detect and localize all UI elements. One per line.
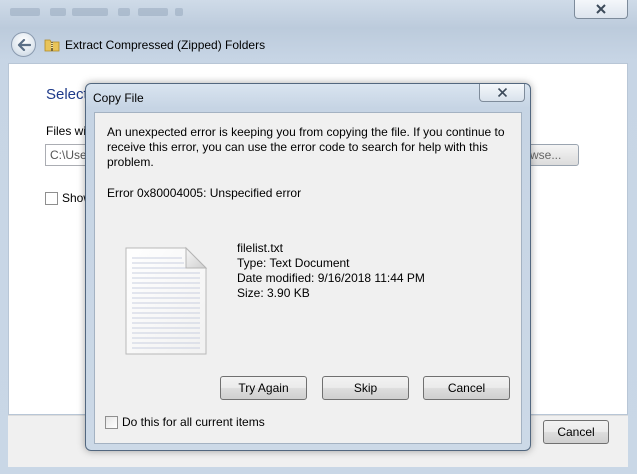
- error-message: An unexpected error is keeping you from …: [107, 125, 505, 169]
- wizard-title: Extract Compressed (Zipped) Folders: [65, 38, 266, 52]
- back-arrow-icon: [17, 38, 31, 51]
- apply-to-all-row[interactable]: Do this for all current items: [105, 415, 265, 429]
- apply-to-all-label: Do this for all current items: [122, 415, 265, 429]
- window-bottom-edge: [0, 467, 637, 474]
- dialog-title: Copy File: [93, 91, 144, 105]
- skip-button[interactable]: Skip: [322, 376, 409, 400]
- wizard-cancel-button[interactable]: Cancel: [543, 420, 609, 444]
- zip-folder-icon: [44, 39, 60, 52]
- close-icon: [596, 4, 606, 14]
- copy-file-dialog: Copy File An unexpected error is keeping…: [85, 83, 531, 451]
- show-files-checkbox[interactable]: [45, 191, 58, 205]
- file-size: Size: 3.90 KB: [237, 286, 310, 300]
- dialog-body: An unexpected error is keeping you from …: [94, 112, 522, 444]
- dialog-close-button[interactable]: [479, 84, 525, 102]
- back-button[interactable]: [11, 32, 36, 57]
- wizard-header: Extract Compressed (Zipped) Folders: [44, 36, 265, 54]
- file-name: filelist.txt: [237, 241, 284, 255]
- file-date-modified: Date modified: 9/16/2018 11:44 PM: [237, 271, 425, 285]
- files-label: Files wi: [46, 124, 87, 138]
- try-again-button[interactable]: Try Again: [220, 376, 307, 400]
- close-icon: [497, 88, 507, 97]
- error-code: Error 0x80004005: Unspecified error: [107, 186, 302, 200]
- apply-to-all-checkbox[interactable]: [105, 415, 118, 429]
- text-document-icon: [125, 246, 208, 355]
- blurred-title-bar: [0, 0, 560, 26]
- cancel-button[interactable]: Cancel: [423, 376, 510, 400]
- wizard-heading: Select: [46, 86, 88, 103]
- file-details: filelist.txt Type: Text Document Date mo…: [237, 241, 425, 301]
- window-close-button[interactable]: [574, 0, 628, 19]
- file-type: Type: Text Document: [237, 256, 350, 270]
